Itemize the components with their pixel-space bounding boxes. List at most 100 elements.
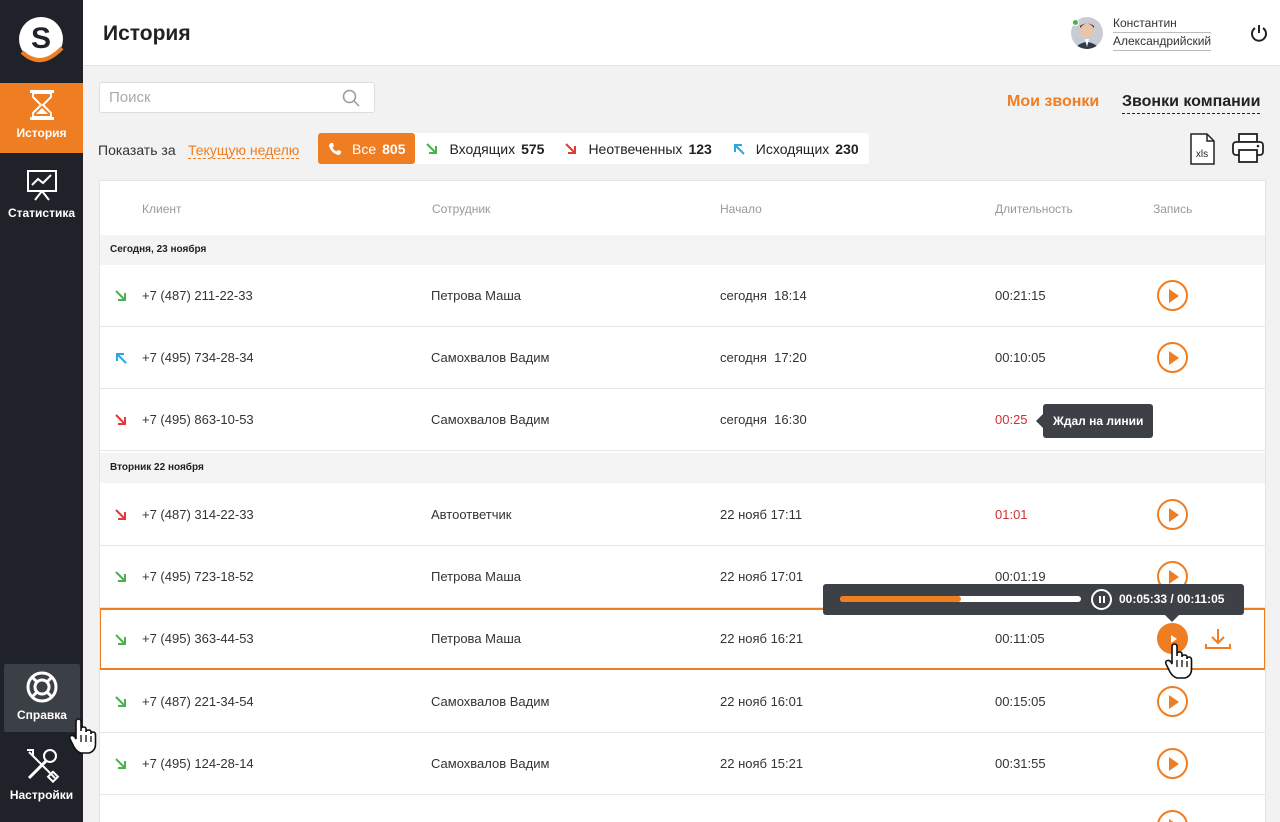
call-start: сегодня 18:14 xyxy=(720,288,807,303)
employee-name: Самохвалов Вадим xyxy=(431,350,550,365)
user-first-name: Константин xyxy=(1113,15,1212,33)
incoming-arrow-icon xyxy=(426,142,438,154)
filter-count: 123 xyxy=(688,140,712,157)
client-phone: +7 (495) 863-10-53 xyxy=(142,412,254,427)
tab-company-calls[interactable]: Звонки компании xyxy=(1122,93,1261,114)
hand-cursor-icon xyxy=(1164,643,1193,679)
sidebar-item-label: История xyxy=(16,126,67,140)
call-filters: Все 805 Входящих 575 Неотвеченных 123 Исход… xyxy=(318,133,869,164)
column-header[interactable]: Начало xyxy=(720,202,762,216)
table-row[interactable]: +7 (495) 124-28-14 Самохвалов Вадим 22 н… xyxy=(100,733,1265,795)
phone-icon xyxy=(329,142,341,155)
employee-name: Петрова Маша xyxy=(431,288,522,303)
incoming-arrow-icon xyxy=(115,696,126,707)
filter-label: Все xyxy=(352,140,377,157)
column-header[interactable]: Клиент xyxy=(142,202,182,216)
incoming-arrow-icon xyxy=(115,571,126,582)
logo-icon: S xyxy=(19,17,64,62)
sidebar-item-history[interactable]: История xyxy=(0,83,83,153)
table-row[interactable]: +7 (487) 211-22-33 Петрова Маша сегодня … xyxy=(100,265,1265,327)
print-icon[interactable] xyxy=(1231,133,1265,163)
column-header[interactable]: Сотрудник xyxy=(432,202,490,216)
employee-name: Самохвалов Вадим xyxy=(431,694,550,709)
call-start: 22 нояб 15:21 xyxy=(720,756,804,771)
hand-cursor-icon xyxy=(68,718,97,754)
sidebar-item-settings[interactable]: Настройки xyxy=(0,746,83,808)
audio-progress-bar[interactable] xyxy=(840,596,1081,602)
filter-count: 230 xyxy=(835,140,859,157)
missed-arrow-icon xyxy=(115,414,126,425)
svg-text:xls: xls xyxy=(1196,149,1208,160)
search-box xyxy=(99,82,375,113)
sidebar: S История Статистика Справка Настройки xyxy=(0,0,83,822)
column-header: Запись xyxy=(1153,202,1193,216)
filter-missed[interactable]: Неотвеченных 123 xyxy=(554,133,721,164)
period-selector[interactable]: Текущую неделю xyxy=(188,142,300,159)
employee-name: Петрова Маша xyxy=(431,631,522,646)
play-button[interactable] xyxy=(1157,342,1188,373)
audio-player: 00:05:33 / 00:11:05 xyxy=(823,584,1244,622)
page-title: История xyxy=(103,22,191,45)
call-duration: 01:01 xyxy=(995,507,1028,522)
call-duration: 00:31:55 xyxy=(995,756,1046,771)
audio-progress-fill xyxy=(840,596,961,602)
filter-label: Исходящих xyxy=(755,140,830,157)
filter-incoming[interactable]: Входящих 575 xyxy=(415,133,554,164)
date-group-header: Сегодня, 23 ноября xyxy=(100,235,1265,265)
call-duration: 00:21:15 xyxy=(995,288,1046,303)
call-start: 22 нояб 16:21 xyxy=(720,631,804,646)
pause-icon[interactable] xyxy=(1091,589,1112,610)
period-label: Показать за xyxy=(98,142,176,158)
search-input[interactable] xyxy=(109,89,329,106)
sidebar-item-label: Справка xyxy=(17,708,67,722)
table-row-selected[interactable]: +7 (495) 363-44-53 Петрова Маша 22 нояб … xyxy=(100,608,1265,670)
tools-icon xyxy=(26,749,59,784)
svg-text:S: S xyxy=(31,22,51,55)
call-start: 22 нояб 16:01 xyxy=(720,694,804,709)
filter-count: 805 xyxy=(382,140,406,157)
header: История Константин Александрийский xyxy=(83,0,1280,66)
audio-time: 00:05:33 / 00:11:05 xyxy=(1119,592,1225,606)
employee-name: Петрова Маша xyxy=(431,569,522,584)
table-header: Клиент Сотрудник Начало Длительность Зап… xyxy=(100,181,1265,235)
call-start: сегодня 16:30 xyxy=(720,412,807,427)
search-icon[interactable] xyxy=(342,89,360,107)
client-phone: +7 (495) 734-28-34 xyxy=(142,350,254,365)
missed-arrow-icon xyxy=(565,142,577,154)
download-icon[interactable] xyxy=(1203,627,1233,651)
missed-call-tooltip: Ждал на линии xyxy=(1035,404,1154,438)
client-phone: +7 (495) 723-18-52 xyxy=(142,569,254,584)
user-last-name: Александрийский xyxy=(1113,33,1212,51)
play-button[interactable] xyxy=(1157,748,1188,779)
table-row[interactable]: +7 (495) 734-28-34 Самохвалов Вадим сего… xyxy=(100,327,1265,389)
employee-name: Самохвалов Вадим xyxy=(431,412,550,427)
online-status-indicator xyxy=(1072,19,1079,26)
power-icon[interactable] xyxy=(1250,24,1268,42)
play-button[interactable] xyxy=(1157,280,1188,311)
tab-my-calls[interactable]: Мои звонки xyxy=(1007,93,1099,111)
column-header[interactable]: Длительность xyxy=(995,202,1073,216)
play-button[interactable] xyxy=(1157,810,1188,822)
date-group-header: Вторник 22 ноября xyxy=(100,453,1265,483)
lifebuoy-icon xyxy=(26,671,58,703)
table-row[interactable]: +7 (487) 221-34-54 Самохвалов Вадим 22 н… xyxy=(100,671,1265,733)
call-start: 22 нояб 17:01 xyxy=(720,569,804,584)
employee-name: Автоответчик xyxy=(431,507,512,522)
sidebar-item-label: Настройки xyxy=(9,788,74,802)
client-phone: +7 (487) 314-22-33 xyxy=(142,507,254,522)
table-row[interactable] xyxy=(100,795,1265,822)
sidebar-item-label: Статистика xyxy=(7,206,76,220)
hourglass-icon xyxy=(29,90,54,120)
table-row[interactable]: +7 (487) 314-22-33 Автоответчик 22 нояб … xyxy=(100,484,1265,546)
filter-outgoing[interactable]: Исходящих 230 xyxy=(722,133,869,164)
user-name[interactable]: Константин Александрийский xyxy=(1113,15,1212,51)
play-button[interactable] xyxy=(1157,686,1188,717)
filter-all[interactable]: Все 805 xyxy=(318,133,416,164)
missed-arrow-icon xyxy=(115,509,126,520)
sidebar-item-statistics[interactable]: Статистика xyxy=(0,168,83,230)
employee-name: Самохвалов Вадим xyxy=(431,756,550,771)
xls-export-icon[interactable]: xls xyxy=(1188,133,1216,165)
play-button[interactable] xyxy=(1157,499,1188,530)
chart-board-icon xyxy=(26,170,57,201)
call-duration: 00:11:05 xyxy=(995,631,1045,646)
